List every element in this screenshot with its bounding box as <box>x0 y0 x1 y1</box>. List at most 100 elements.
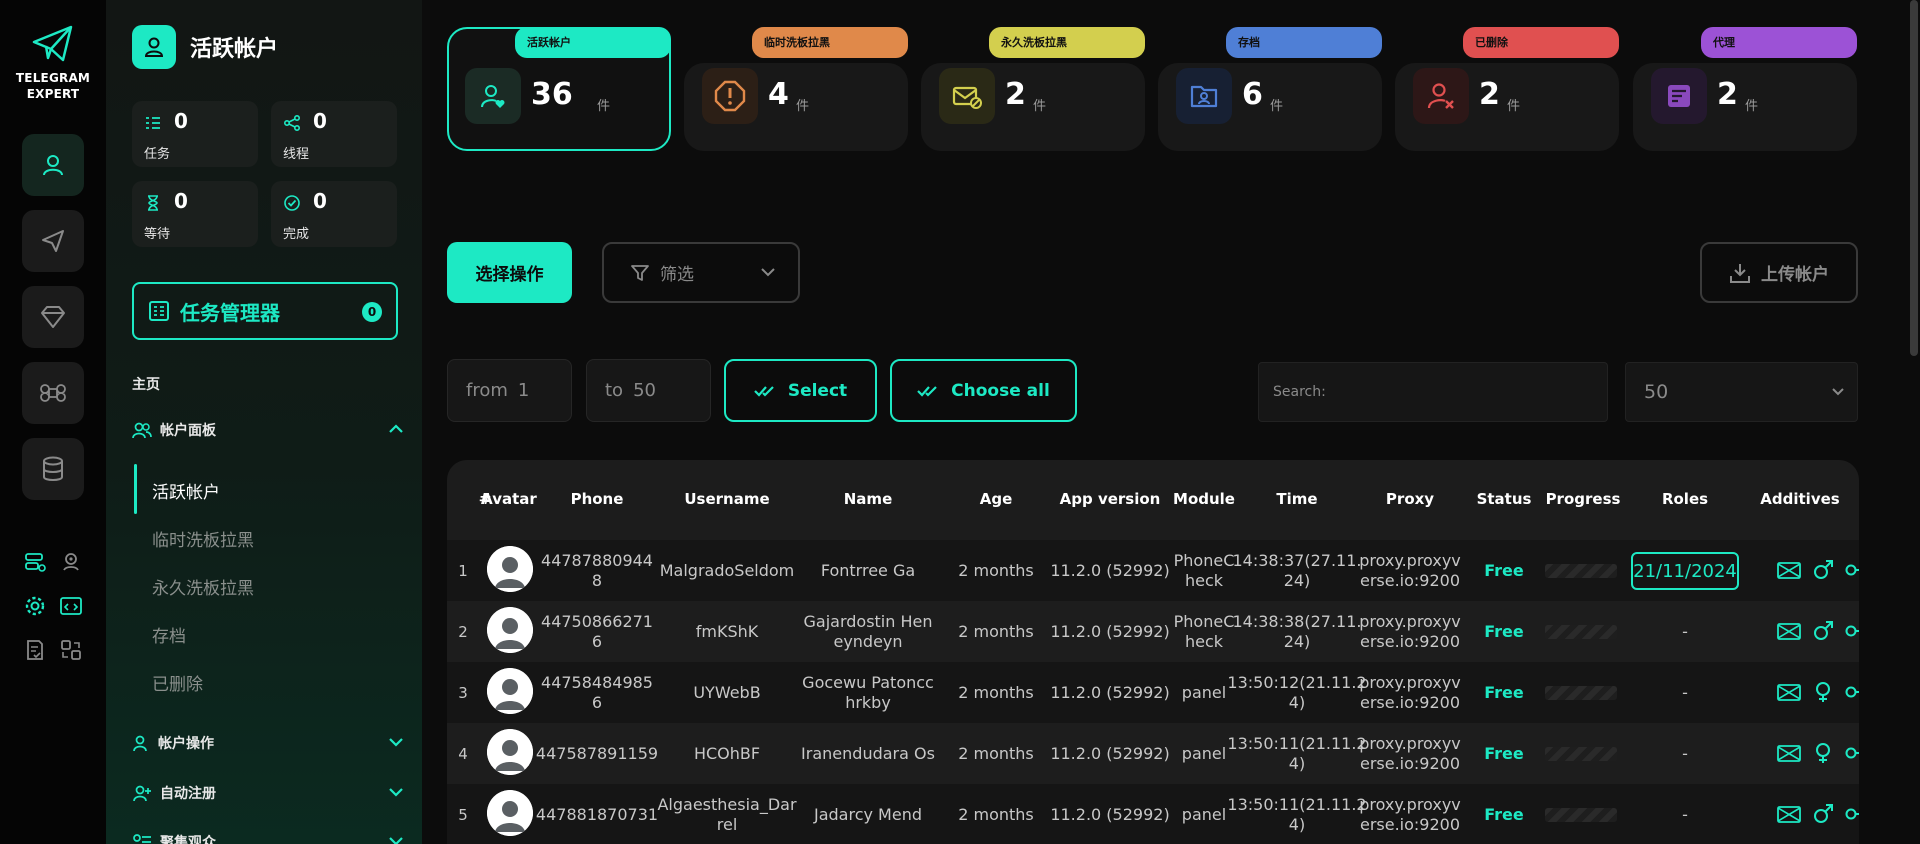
cell-phone: 44758484985 6 <box>541 673 653 713</box>
card-temp-ban[interactable]: 临时洗板拉黑 4 件 <box>684 27 908 151</box>
key-button[interactable] <box>1845 558 1859 582</box>
range-from-value: 1 <box>517 380 530 401</box>
col-header-name: Name <box>843 490 893 508</box>
cell-proxy-line1: proxy.proxyv <box>1359 794 1461 814</box>
sidebar-item-temp-ban[interactable]: 临时洗板拉黑 <box>152 526 254 551</box>
sidebar-item-active-accounts[interactable]: 活跃帐户 <box>152 478 220 503</box>
role-badge[interactable]: 21/11/2024 <box>1631 552 1739 590</box>
card-proxy[interactable]: 代理 2 件 <box>1633 27 1857 151</box>
filter-dropdown[interactable]: 筛选 <box>602 242 800 303</box>
mail-x-button[interactable] <box>1777 619 1801 643</box>
rail-code-button[interactable] <box>58 593 84 619</box>
alert-icon <box>714 80 746 112</box>
card-tab-label: 已删除 <box>1463 27 1619 58</box>
rail-map-pin-button[interactable] <box>58 549 84 575</box>
mail-x-button[interactable] <box>1777 741 1801 765</box>
menu-group-auto-register[interactable]: 自动注册 <box>132 781 404 805</box>
key-button[interactable] <box>1845 619 1859 643</box>
rail-report-button[interactable] <box>22 637 48 663</box>
avatar[interactable] <box>487 546 533 592</box>
gender-indicator[interactable] <box>1811 802 1835 826</box>
user-x-icon <box>1427 83 1454 109</box>
range-from-input[interactable]: from 1 <box>447 359 572 422</box>
sidebar-item-archive[interactable]: 存档 <box>152 622 186 647</box>
select-operation-button[interactable]: 选择操作 <box>447 242 572 303</box>
table-row[interactable]: 1 44787880944 8 MalgradoSeldom Fontrree Ga 2 … <box>447 540 1859 601</box>
cell-phone-line1: 44758484985 <box>541 672 653 692</box>
mail-x-button[interactable] <box>1777 558 1801 582</box>
stat-completed-label: 完成 <box>283 227 310 242</box>
cell-username-line2: rel <box>716 814 738 834</box>
page-scrollbar[interactable] <box>1910 0 1918 356</box>
table-row[interactable]: 5 447881870731 Algaesthesia_Dar rel Jadarcy … <box>447 784 1859 844</box>
rail-settings-button[interactable] <box>22 593 48 619</box>
chevron-down-icon <box>1832 388 1844 396</box>
cell-phone: 447587891159 <box>536 744 658 764</box>
card-archive[interactable]: 存档 6 件 <box>1158 27 1382 151</box>
menu-group-accounts-panel[interactable]: 帐户面板 <box>132 418 404 442</box>
rail-send-button[interactable] <box>22 210 84 272</box>
mail-x-icon <box>1777 806 1801 823</box>
chevron-up-icon <box>389 424 403 433</box>
card-deleted[interactable]: 已删除 2 件 <box>1395 27 1619 151</box>
col-header-status: Status <box>1476 490 1532 508</box>
avatar[interactable] <box>487 729 533 775</box>
cell-status: Free <box>1484 743 1524 763</box>
cell-name-line2: hrkby <box>845 692 891 712</box>
rail-premium-button[interactable] <box>22 286 84 348</box>
select-range-button[interactable]: Select <box>724 359 877 422</box>
cell-proxy: proxy.proxyv erse.io:9200 <box>1359 673 1461 713</box>
range-to-input[interactable]: to 50 <box>586 359 711 422</box>
rail-command-button[interactable] <box>22 362 84 424</box>
cell-phone-line2: 6 <box>591 692 603 712</box>
gender-indicator[interactable] <box>1811 741 1835 765</box>
stat-threads-value: 0 <box>313 109 327 133</box>
sidebar-item-perm-ban[interactable]: 永久洗板拉黑 <box>152 574 254 599</box>
users-icon <box>132 422 152 439</box>
table-row[interactable]: 4 447587891159 HCOhBF Iranendudara Os 2 mont… <box>447 723 1859 784</box>
card-icon-box <box>465 68 521 124</box>
key-button[interactable] <box>1845 741 1859 765</box>
key-button[interactable] <box>1845 802 1859 826</box>
rail-database-button[interactable] <box>22 438 84 500</box>
telegram-plane-icon <box>32 25 73 62</box>
gender-indicator[interactable] <box>1811 619 1835 643</box>
mail-x-button[interactable] <box>1777 680 1801 704</box>
additives <box>1777 558 1859 582</box>
table-row[interactable]: 2 44750866271 6 fmKShK Gajardostin Hen eyndey… <box>447 601 1859 662</box>
avatar[interactable] <box>487 607 533 653</box>
cell-username-line1: MalgradoSeldom <box>659 560 795 580</box>
mail-x-button[interactable] <box>1777 802 1801 826</box>
logo[interactable]: TELEGRAM EXPERT <box>0 24 106 102</box>
page-size-select[interactable]: 50 <box>1625 362 1858 422</box>
cell-module-line1: PhoneC <box>1173 611 1235 631</box>
avatar[interactable] <box>487 790 533 836</box>
gender-indicator[interactable] <box>1811 558 1835 582</box>
upload-accounts-button[interactable]: 上传帐户 <box>1700 242 1858 303</box>
rail-accounts-button[interactable] <box>22 134 84 196</box>
command-icon <box>40 384 66 402</box>
col-header-avatar: Avatar <box>481 490 537 508</box>
cell-time: 14:38:37(27.11. 24) <box>1233 551 1362 591</box>
cell-index: 3 <box>458 683 468 702</box>
search-input[interactable]: Search: <box>1258 362 1608 422</box>
rail-server-settings-button[interactable] <box>22 549 48 575</box>
sidebar-item-deleted[interactable]: 已删除 <box>152 670 203 695</box>
avatar[interactable] <box>487 668 533 714</box>
rail-exchange-button[interactable] <box>58 637 84 663</box>
card-active-accounts[interactable]: 活跃帐户 36 件 <box>447 27 671 151</box>
cell-time-line1: 13:50:11(21.11.2 <box>1227 794 1367 814</box>
additives <box>1777 741 1859 765</box>
menu-group-account-ops[interactable]: 帐户操作 <box>132 731 404 755</box>
upload-accounts-label: 上传帐户 <box>1761 265 1829 285</box>
male-icon <box>1814 560 1833 579</box>
gender-indicator[interactable] <box>1811 680 1835 704</box>
menu-group-audience[interactable]: 聚集观众 <box>132 830 404 844</box>
default-avatar-icon <box>487 607 533 653</box>
stat-waiting-label: 等待 <box>144 227 171 242</box>
table-row[interactable]: 3 44758484985 6 UYWebB Gocewu Patoncc hrkby 2 … <box>447 662 1859 723</box>
choose-all-button[interactable]: Choose all <box>890 359 1077 422</box>
key-button[interactable] <box>1845 680 1859 704</box>
task-manager-button[interactable]: 任务管理器 0 <box>132 282 398 340</box>
card-perm-ban[interactable]: 永久洗板拉黑 2 件 <box>921 27 1145 151</box>
